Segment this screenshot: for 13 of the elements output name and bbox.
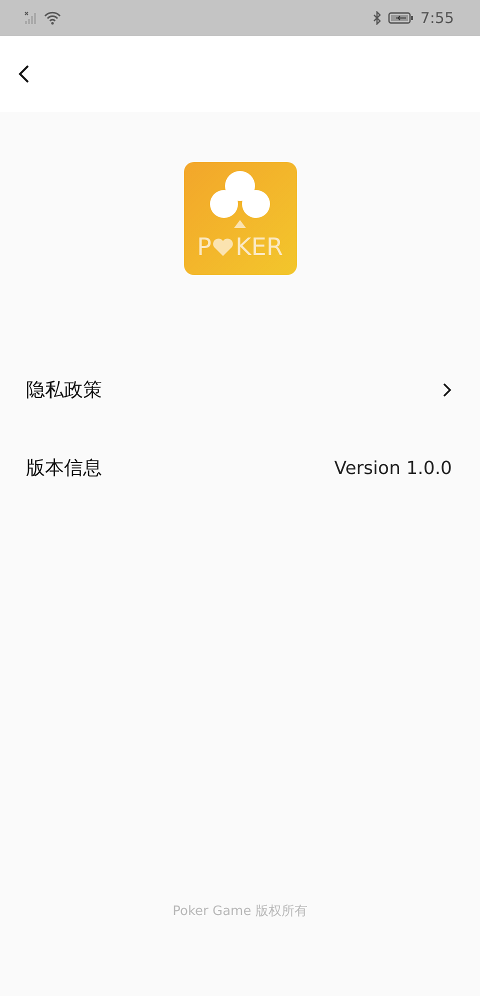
copyright-text: Poker Game 版权所有 [172, 903, 308, 920]
bluetooth-icon [373, 11, 382, 25]
battery-icon [388, 11, 414, 25]
setting-label: 隐私政策 [26, 378, 102, 403]
setting-label: 版本信息 [26, 456, 102, 481]
status-time: 7:55 [420, 9, 454, 27]
wifi-icon [44, 11, 61, 25]
version-value: Version 1.0.0 [334, 458, 452, 478]
settings-row[interactable]: 隐私政策 [0, 351, 480, 429]
chevron-right-icon [442, 382, 452, 398]
signal-icon [24, 11, 38, 25]
app-logo: P KER [184, 162, 296, 275]
back-icon [18, 64, 30, 84]
